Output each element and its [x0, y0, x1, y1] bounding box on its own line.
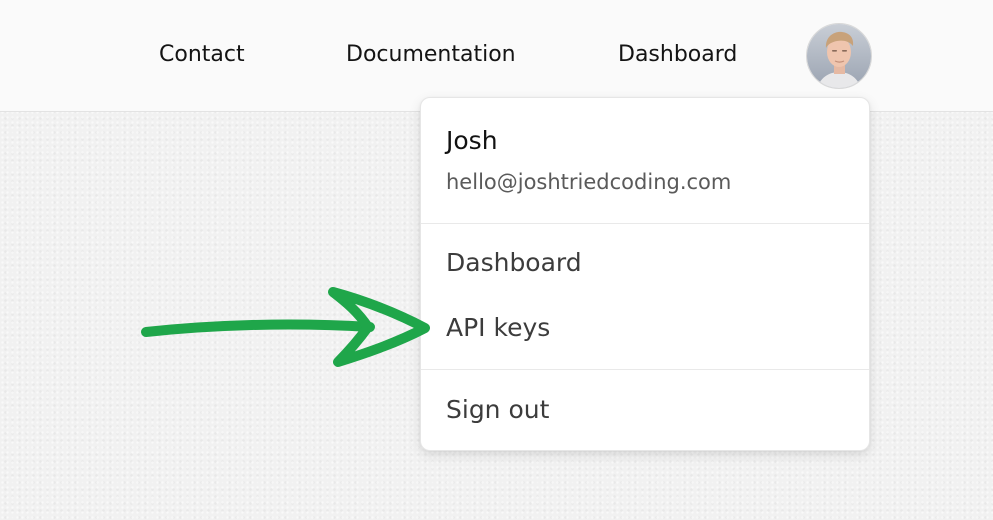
menu-item-sign-out[interactable]: Sign out: [446, 395, 549, 424]
nav-link-contact[interactable]: Contact: [159, 40, 245, 70]
menu-divider: [421, 223, 869, 224]
nav-link-dashboard[interactable]: Dashboard: [618, 40, 737, 70]
user-avatar-icon: [807, 24, 871, 88]
top-nav-bar: Contact Documentation Dashboard: [0, 0, 993, 112]
menu-item-dashboard[interactable]: Dashboard: [446, 248, 582, 277]
user-dropdown-menu: Josh hello@joshtriedcoding.com Dashboard…: [420, 97, 870, 451]
user-name: Josh: [446, 126, 498, 155]
menu-item-api-keys[interactable]: API keys: [446, 313, 550, 342]
user-email: hello@joshtriedcoding.com: [446, 170, 732, 194]
nav-link-documentation[interactable]: Documentation: [346, 40, 516, 70]
user-avatar-button[interactable]: [806, 23, 872, 89]
menu-divider: [421, 369, 869, 370]
